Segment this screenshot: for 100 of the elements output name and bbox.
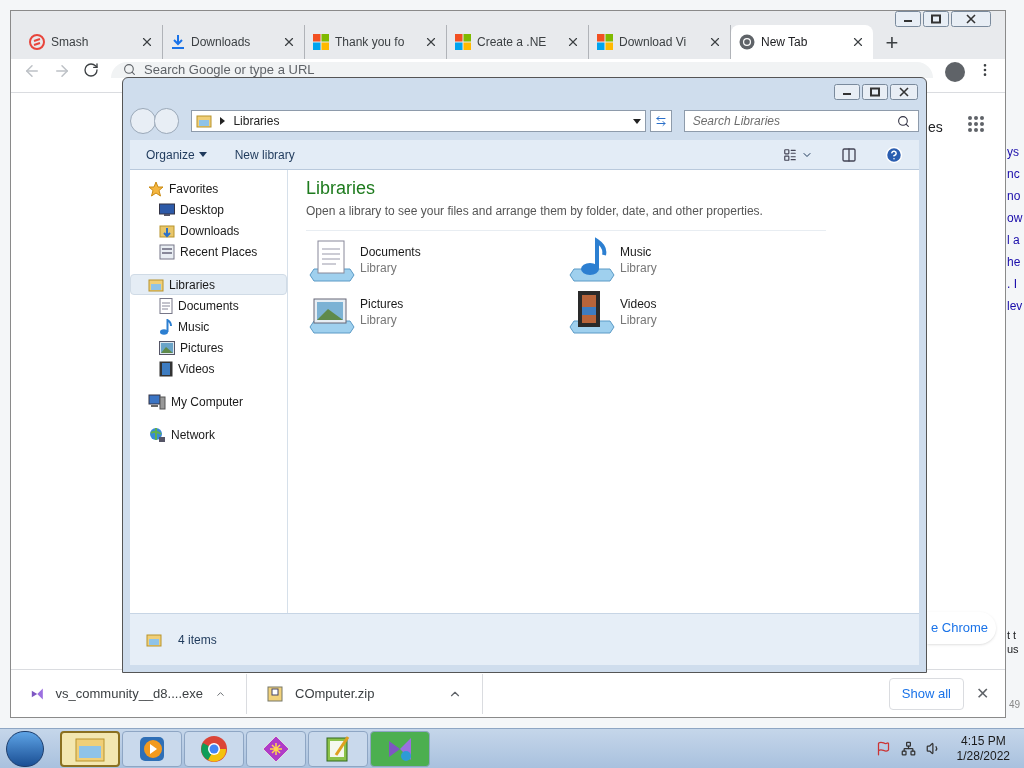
close-icon[interactable] [890,84,918,100]
monitor-icon [159,202,175,217]
download-filename: vs_community__d8....exe [55,684,203,703]
library-type: Library [360,260,398,276]
cut-off-text: us [1007,642,1020,656]
library-name: Pictures [360,296,404,312]
folder-icon [75,735,105,762]
close-icon[interactable] [708,35,722,49]
nav-item[interactable]: My Computer [130,391,287,412]
refresh-icon [654,115,667,127]
address-field[interactable]: Search Google or type a URL [111,62,933,78]
four-squares-icon [455,34,471,50]
address-bar[interactable]: Libraries [191,110,646,132]
search-icon [897,114,910,128]
reload-icon[interactable] [83,62,99,78]
tab-title: New Tab [761,34,809,51]
maximize-icon[interactable] [923,11,949,27]
close-icon[interactable] [951,11,991,27]
search-placeholder: Search Libraries [692,113,782,130]
maximize-icon[interactable] [862,84,888,100]
taskbar-button[interactable] [184,730,244,767]
minimize-icon[interactable] [834,84,860,100]
star-icon [148,180,164,197]
nav-item[interactable]: Videos [130,358,287,379]
taskbar-button[interactable] [308,730,368,767]
library-type: Library [620,312,657,328]
close-icon[interactable] [140,35,154,49]
library-item[interactable]: Videos Library [566,289,826,335]
network-icon[interactable] [900,741,916,756]
browser-tab[interactable]: Thank you fo [305,25,447,59]
nav-item[interactable]: Desktop [130,199,287,220]
notepad-icon [324,734,352,763]
download-icon [171,34,185,50]
nav-item[interactable]: Downloads [130,220,287,241]
nav-item[interactable]: Network [130,424,287,445]
library-name: Documents [360,244,421,260]
picture-icon [159,340,175,355]
cut-off-text: t t [1007,628,1018,642]
apps-grid-icon[interactable] [967,115,985,133]
cut-off-text: nc [1007,167,1021,181]
new-tab-button[interactable]: + [877,25,907,59]
taskbar-button[interactable] [370,730,430,767]
computer-icon [148,393,166,410]
status-text: 4 items [178,631,217,649]
music-note-icon [159,318,173,335]
nav-item[interactable]: Favorites [130,178,287,199]
minimize-icon[interactable] [895,11,921,27]
browser-tab[interactable]: Create a .NE [447,25,589,59]
library-item[interactable]: Documents Library [306,237,566,283]
search-field[interactable]: Search Libraries [683,110,919,132]
nav-item[interactable]: Music [130,316,287,337]
close-icon[interactable] [566,35,580,49]
breadcrumb-text[interactable]: Libraries [233,112,625,130]
breadcrumb-arrow-icon[interactable] [220,117,226,125]
address-placeholder: Search Google or type a URL [144,62,315,77]
browser-tab[interactable]: Downloads [163,25,305,59]
close-icon[interactable] [851,35,865,49]
nav-item[interactable]: Libraries [130,274,287,295]
cut-off-text: no [1007,189,1022,203]
images-link[interactable]: es [928,117,943,138]
customize-button[interactable]: e Chrome [927,612,997,644]
nav-item[interactable]: Pictures [130,337,287,358]
library-item[interactable]: Music Library [566,237,826,283]
taskbar-button[interactable] [122,730,182,767]
play-icon [138,734,166,763]
close-icon[interactable] [424,35,438,49]
tab-title: Smash [51,34,90,51]
chrome-icon [739,34,755,50]
cut-off-text: 49 [1009,698,1021,712]
cut-off-text: . I [1007,277,1018,291]
browser-tab[interactable]: Download Vi [589,25,731,59]
document-icon [159,297,173,314]
taskbar-button[interactable] [60,730,120,767]
four-squares-icon [597,34,613,50]
show-all-button[interactable]: Show all [888,677,964,710]
browser-tab[interactable]: Smash [21,25,163,59]
tab-title: Downloads [191,34,252,51]
view-options-icon[interactable] [783,147,797,162]
cut-off-text: lev [1007,299,1024,313]
toolbar-button[interactable]: New library [234,145,295,164]
dropdown-icon[interactable] [632,118,641,124]
browser-tab[interactable]: New Tab [731,25,873,59]
dropdown-icon [198,152,207,157]
help-icon[interactable] [885,145,903,164]
four-squares-icon [313,34,329,50]
nav-item[interactable]: Documents [130,295,287,316]
refresh-button[interactable] [649,110,672,132]
tab-title: Create a .NE [477,34,548,51]
clock[interactable]: 4:15 PM 1/28/2022 [956,733,1010,764]
close-icon[interactable]: ✕ [976,681,989,706]
flag-icon[interactable] [875,741,891,756]
cut-off-text: he [1007,255,1022,269]
taskbar-button[interactable] [246,730,306,767]
toolbar-button[interactable]: Organize [146,145,207,164]
nav-item[interactable]: Recent Places [130,241,287,262]
library-item[interactable]: Pictures Library [306,289,566,335]
start-orb-icon[interactable] [6,730,44,767]
close-icon[interactable] [282,35,296,49]
preview-pane-icon[interactable] [841,146,857,163]
library-type: Library [360,312,398,328]
